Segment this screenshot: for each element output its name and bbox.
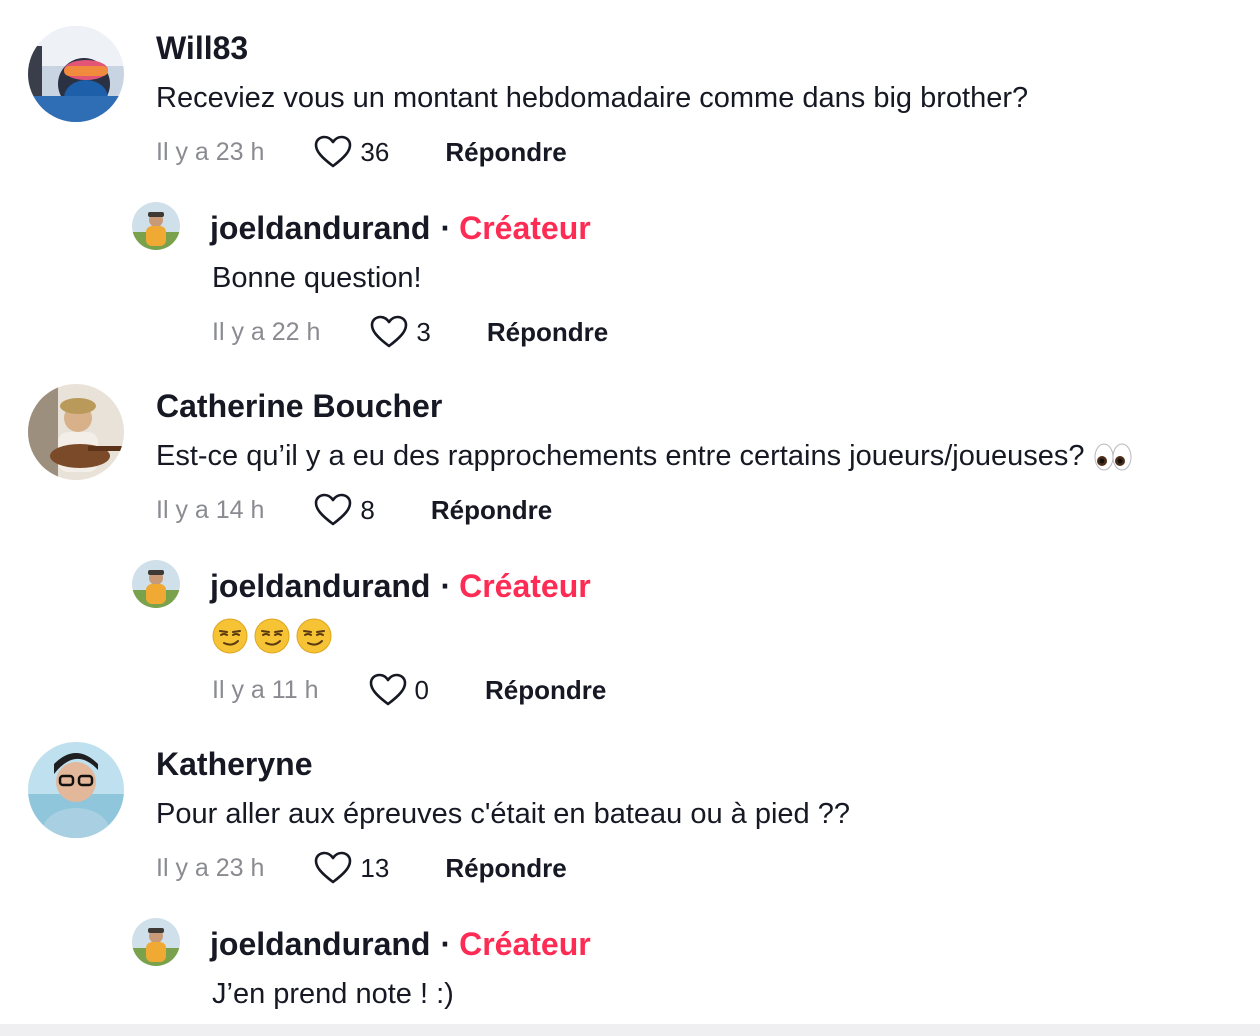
- comment-username[interactable]: Katheryne: [156, 744, 313, 784]
- like-button[interactable]: 13: [314, 848, 389, 888]
- reply-button[interactable]: Répondre: [431, 490, 552, 530]
- avatar[interactable]: [132, 560, 180, 608]
- eyes-emoji-icon: [1094, 443, 1132, 471]
- comment-meta: Il y a 14 h 8 Répondre: [156, 490, 552, 530]
- like-count: 0: [414, 675, 430, 705]
- reply-button[interactable]: Répondre: [485, 670, 606, 710]
- avatar[interactable]: [28, 742, 124, 838]
- comment-meta: Il y a 23 h 36 Répondre: [156, 132, 567, 172]
- like-button[interactable]: 3: [370, 312, 431, 352]
- comment-time: Il y a 14 h: [156, 496, 265, 524]
- like-button[interactable]: 8: [314, 490, 375, 530]
- avatar[interactable]: [132, 918, 180, 966]
- reply-button[interactable]: Répondre: [445, 848, 566, 888]
- reply-username[interactable]: joeldandurand: [210, 926, 430, 962]
- heart-outline-icon: [315, 135, 352, 168]
- comment-text: Pour aller aux épreuves c'était en batea…: [156, 798, 850, 830]
- reply-username[interactable]: joeldandurand: [210, 568, 430, 604]
- reply-text-emoji: [212, 618, 332, 654]
- like-count: 3: [416, 317, 431, 347]
- comment-text-line: Est-ce qu’il y a eu des rapprochements e…: [156, 436, 1133, 476]
- heart-outline-icon: [315, 493, 352, 526]
- comment-text: Receviez vous un montant hebdomadaire co…: [156, 82, 1029, 114]
- like-count: 13: [360, 853, 390, 883]
- reply-username-line: joeldandurand · Créateur: [210, 208, 591, 248]
- creator-badge: Créateur: [459, 210, 591, 246]
- comment-username[interactable]: Catherine Boucher: [156, 386, 442, 426]
- like-button[interactable]: 36: [314, 132, 389, 172]
- reply-text: Bonne question!: [212, 262, 422, 294]
- heart-outline-icon: [371, 315, 408, 348]
- comment-time: Il y a 23 h: [156, 138, 265, 166]
- avatar[interactable]: [28, 384, 124, 480]
- creator-badge: Créateur: [459, 926, 591, 962]
- reply-text: J’en prend note ! :): [212, 978, 454, 1010]
- like-count: 36: [360, 137, 390, 167]
- comment-time: Il y a 23 h: [156, 854, 265, 882]
- heart-outline-icon: [369, 673, 406, 706]
- reply-username-line: joeldandurand · Créateur: [210, 924, 591, 964]
- bottom-divider: [0, 1024, 1260, 1036]
- reply-meta: Il y a 22 h 3 Répondre: [212, 312, 608, 352]
- smirking-face-emoji-icon: [296, 618, 332, 654]
- creator-badge: Créateur: [459, 568, 591, 604]
- reply-meta: Il y a 11 h 0 Répondre: [212, 670, 606, 710]
- separator-dot: ·: [440, 568, 452, 604]
- comment-meta: Il y a 23 h 13 Répondre: [156, 848, 567, 888]
- reply-username[interactable]: joeldandurand: [210, 210, 430, 246]
- comment-username[interactable]: Will83: [156, 28, 248, 68]
- avatar[interactable]: [28, 26, 124, 122]
- reply-username-line: joeldandurand · Créateur: [210, 566, 591, 606]
- comment-text: Est-ce qu’il y a eu des rapprochements e…: [156, 440, 1085, 472]
- like-button[interactable]: 0: [369, 670, 429, 710]
- reply-time: Il y a 11 h: [212, 676, 319, 704]
- separator-dot: ·: [440, 926, 452, 962]
- smirking-face-emoji-icon: [212, 618, 248, 654]
- separator-dot: ·: [440, 210, 452, 246]
- smirking-face-emoji-icon: [254, 618, 290, 654]
- reply-button[interactable]: Répondre: [487, 312, 608, 352]
- avatar[interactable]: [132, 202, 180, 250]
- reply-button[interactable]: Répondre: [445, 132, 566, 172]
- heart-outline-icon: [315, 851, 352, 884]
- reply-time: Il y a 22 h: [212, 318, 321, 346]
- like-count: 8: [360, 495, 375, 525]
